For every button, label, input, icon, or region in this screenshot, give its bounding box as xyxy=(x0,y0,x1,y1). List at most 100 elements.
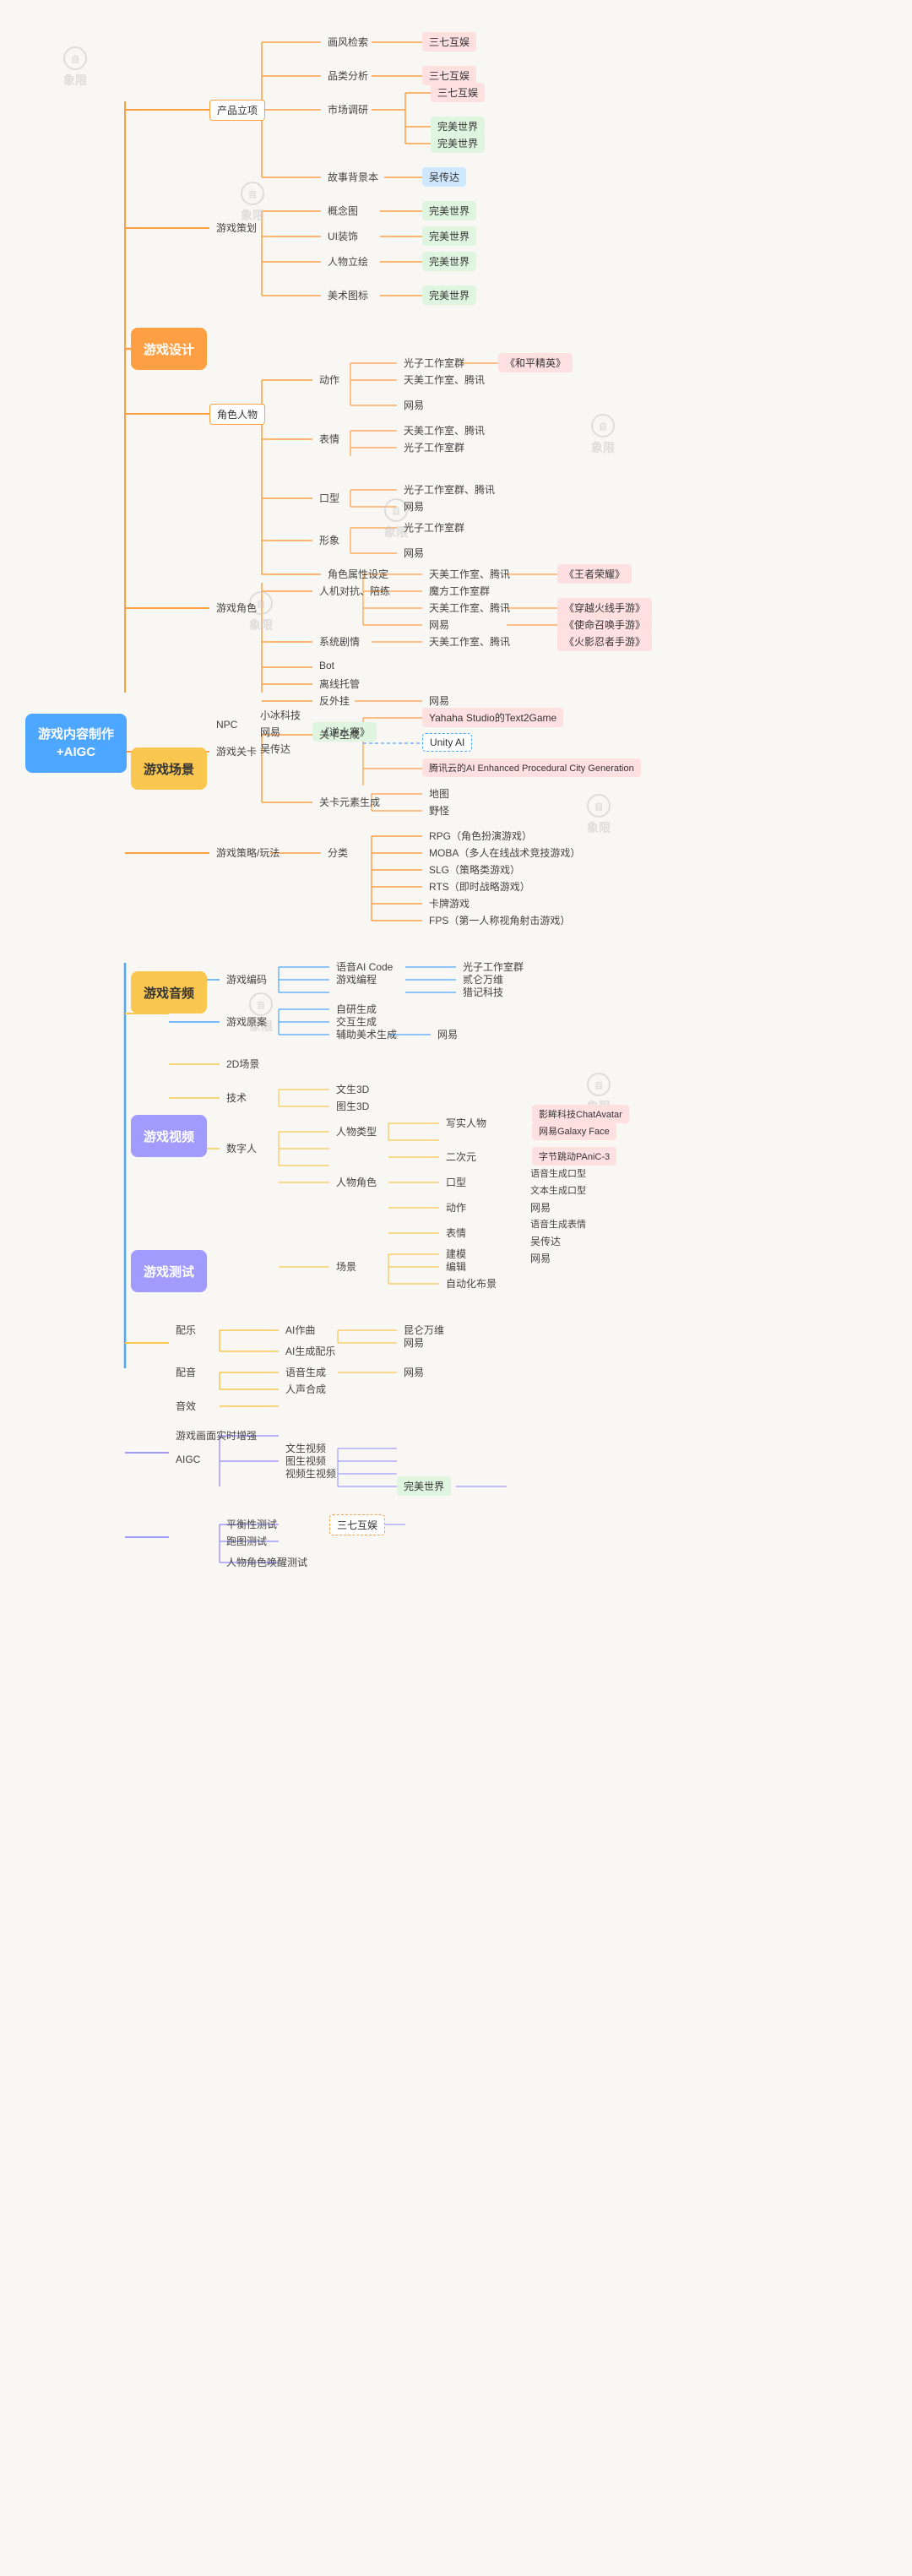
node-xx-r1: 光子工作室群 xyxy=(397,518,471,537)
node-yeguai: 野怪 xyxy=(422,801,456,820)
node-shichang-r1: 三七互娱 xyxy=(431,83,485,102)
watermark-4: 自 象限 xyxy=(591,414,615,456)
node-fanwai: 反外挂 xyxy=(312,691,356,710)
node-renwu-r: 完美世界 xyxy=(422,252,476,271)
juese-renwu-label: 角色人物 xyxy=(209,404,265,425)
node-ui: UI装饰 xyxy=(321,226,365,246)
node-shuzi: 数字人 xyxy=(220,1139,263,1158)
node-rensh: 人声合成 xyxy=(279,1379,333,1399)
node-gushi: 故事背景本 xyxy=(321,167,385,187)
node-renji-tag4: 《火影忍者手游》 xyxy=(557,632,652,651)
node-renwu: 人物立绘 xyxy=(321,252,375,271)
mindmap-container: 自 象限 自 象限 自 象限 自 象限 自 象限 自 象限 自 象限 自 象限 … xyxy=(0,0,912,2576)
node-peiyin: 配音 xyxy=(169,1362,203,1382)
content-aigc-box: 游戏内容制作+AIGC xyxy=(25,714,127,773)
node-zidonghua: 自动化布景 xyxy=(439,1274,503,1293)
node-yuanan: 游戏原案 xyxy=(220,1012,274,1031)
node-aigc: AIGC xyxy=(169,1451,207,1468)
node-renji-tag1: 《王者荣耀》 xyxy=(557,564,632,584)
node-youxi-bianc: 游戏编程 xyxy=(329,970,383,989)
node-ui-r: 完美世界 xyxy=(422,226,476,246)
node-xtjq-r: 天美工作室、腾讯 xyxy=(422,632,517,651)
node-meishu: 美术图标 xyxy=(321,285,375,305)
node-changjing: 场景 xyxy=(329,1257,363,1276)
node-renwujuese: 人物角色 xyxy=(329,1172,383,1192)
node-huafeng-right: 三七互娱 xyxy=(422,32,476,52)
node-kx2-r2: 文本生成口型 xyxy=(524,1181,593,1199)
node-tencent-ai: 腾讯云的AI Enhanced Procedural City Generati… xyxy=(422,758,641,777)
node-fps: FPS（第一人称视角射击游戏） xyxy=(422,910,577,930)
node-dongzuo-tag1: 《和平精英》 xyxy=(498,353,573,372)
node-jishu: 技术 xyxy=(220,1088,253,1107)
node-wangyi-peilue: 网易 xyxy=(397,1333,431,1352)
node-bq2-r3: 网易 xyxy=(524,1248,557,1268)
node-kx2-r1: 语音生成口型 xyxy=(524,1164,593,1182)
node-huanxing-test: 人物角色唤醒测试 xyxy=(220,1552,314,1572)
node-pinlei: 品类分析 xyxy=(321,66,375,85)
node-shichang-r3: 完美世界 xyxy=(431,133,485,153)
youxi-cehhua-label: 游戏策划 xyxy=(209,218,263,237)
node-dongzuo: 动作 xyxy=(312,370,346,389)
node-37-test: 三七互娱 xyxy=(329,1514,385,1535)
youxi-celue-label: 游戏策略/玩法 xyxy=(209,843,286,862)
node-paohu: 跑图测试 xyxy=(220,1531,274,1551)
node-xtjq: 系统剧情 xyxy=(312,632,366,651)
game-video-box: 游戏视频 xyxy=(131,1115,207,1157)
node-bq2-r1: 语音生成表情 xyxy=(524,1215,593,1233)
node-erc2: 猎记科技 xyxy=(456,982,510,1002)
node-unity-ai: Unity AI xyxy=(422,733,472,752)
node-renwuleixing: 人物类型 xyxy=(329,1122,383,1141)
node-kx-r2: 网易 xyxy=(397,497,431,516)
node-npc: NPC xyxy=(209,716,244,733)
youxi-guanka-label: 游戏关卡 xyxy=(209,742,263,761)
game-design-box: 游戏设计 xyxy=(131,328,207,370)
node-xingxiang: 形象 xyxy=(312,530,346,550)
node-wangyi-peiyin: 网易 xyxy=(397,1362,431,1382)
node-bq-r2: 光子工作室群 xyxy=(397,437,471,457)
node-xieshi: 写实人物 xyxy=(439,1113,493,1133)
node-galaxy: 网易Galaxy Face xyxy=(532,1122,616,1140)
node-fuzhu: 辅助美术生成 xyxy=(329,1024,404,1044)
node-guanka-elem: 关卡元素生成 xyxy=(312,792,387,812)
node-renji: 人机对抗、陪练 xyxy=(312,581,397,601)
node-xx-r2: 网易 xyxy=(397,543,431,562)
watermark-1: 自 象限 xyxy=(63,46,87,89)
node-yahaha: Yahaha Studio的Text2Game xyxy=(422,708,563,727)
node-youxi-bianma: 游戏编码 xyxy=(220,970,274,989)
node-dongzuo-r2: 天美工作室、腾讯 xyxy=(397,370,491,389)
node-kouxing: 口型 xyxy=(312,488,346,508)
node-guanka-sheng: 关卡生成 xyxy=(312,725,366,744)
node-gainian: 概念图 xyxy=(321,201,365,220)
game-test-box: 游戏测试 xyxy=(131,1250,207,1292)
node-ercianyuan: 二次元 xyxy=(439,1147,483,1166)
node-biaoqing2: 表情 xyxy=(439,1223,473,1242)
node-gushi-right: 吴传达 xyxy=(422,167,466,187)
youxi-juese-label: 游戏角色 xyxy=(209,598,263,617)
node-dongzuo-r3: 网易 xyxy=(397,395,431,415)
node-biaoqing: 表情 xyxy=(312,429,346,448)
node-chatavatar: 影眸科技ChatAvatar xyxy=(532,1105,629,1123)
node-ai-zuoqu: AI作曲 xyxy=(279,1320,322,1340)
node-video-video: 视频生视频 xyxy=(279,1464,343,1483)
node-meishu-r: 完美世界 xyxy=(422,285,476,305)
node-peilue: 配乐 xyxy=(169,1320,203,1340)
node-huafeng: 画风检索 xyxy=(321,32,375,52)
node-wanmei-video: 完美世界 xyxy=(397,1476,451,1496)
node-huamian-zenqiang: 游戏画面实时增强 xyxy=(169,1426,263,1445)
node-bot: Bot xyxy=(312,657,341,674)
node-ai-peilue: AI生成配乐 xyxy=(279,1341,342,1361)
node-shichang: 市场调研 xyxy=(321,100,375,119)
node-kouxing2: 口型 xyxy=(439,1172,473,1192)
node-dongzuo2: 动作 xyxy=(439,1198,473,1217)
node-tu3d: 图生3D xyxy=(329,1096,376,1116)
node-yinxiao: 音效 xyxy=(169,1396,203,1416)
node-fenlei: 分类 xyxy=(321,843,355,862)
game-audio-box: 游戏音频 xyxy=(131,971,207,1014)
watermark-5: 自 象限 xyxy=(587,794,611,836)
node-gainian-r: 完美世界 xyxy=(422,201,476,220)
chanpin-lixiang-label: 产品立项 xyxy=(209,100,265,121)
node-2d: 2D场景 xyxy=(220,1054,266,1073)
node-panic: 字节跳动PAniC-3 xyxy=(532,1147,616,1166)
game-scene-box: 游戏场景 xyxy=(131,747,207,790)
node-wangyi-fuzhu: 网易 xyxy=(431,1024,464,1044)
